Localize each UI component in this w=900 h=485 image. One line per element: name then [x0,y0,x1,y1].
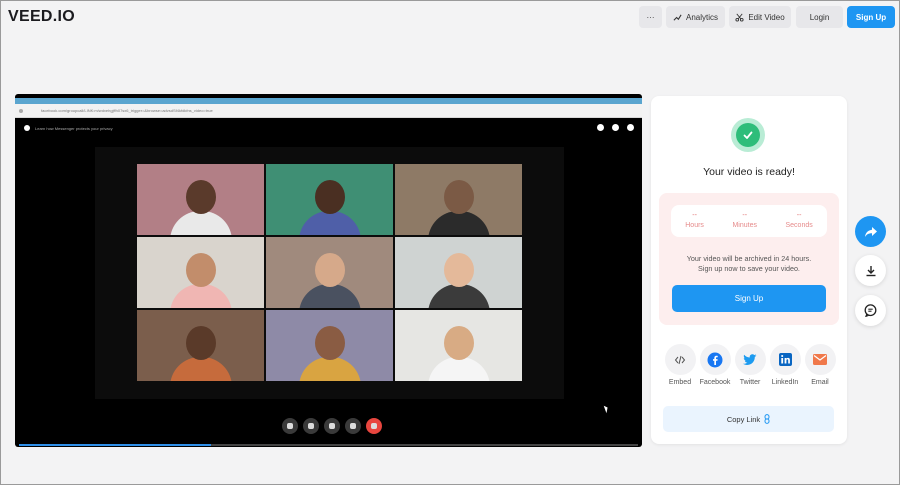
video-ready-title: Your video is ready! [703,166,795,178]
participant-face [443,325,474,360]
check-icon [743,131,753,139]
more-options-button[interactable]: ··· [639,6,662,28]
scissors-icon [735,13,744,22]
share-arrow-icon [864,226,877,237]
archive-countdown: -- Hours -- Minutes -- Seconds [671,205,827,237]
participant-face [314,325,345,360]
veed-logo[interactable]: VEED.IO [8,8,75,26]
login-label: Login [809,12,830,22]
signup-top-label: Sign Up [855,12,887,22]
mouse-cursor-icon [603,404,610,414]
video-player[interactable]: facebook.com/groupcall/LINK:m/wdxehgjffh… [15,94,642,447]
login-button[interactable]: Login [796,6,843,28]
countdown-hours: -- Hours [685,212,704,229]
participant-face [185,179,216,214]
more-label: ··· [646,12,655,22]
recorded-url: facebook.com/groupcall/LINK:m/wdxehgjffh… [41,108,213,113]
edit-video-label: Edit Video [748,12,785,22]
analytics-button[interactable]: Analytics [666,6,725,28]
participant-body [298,284,361,308]
copy-link-button[interactable]: Copy Link [663,406,834,432]
camera-off-icon [324,418,340,434]
share-email[interactable]: Email [803,344,837,386]
participant-tile [266,164,393,235]
share-fab-button[interactable] [855,216,886,247]
microphone-icon [345,418,361,434]
add-person-icon [597,124,604,131]
participant-body [169,211,232,235]
share-linkedin[interactable]: LinkedIn [768,344,802,386]
share-screen-icon [282,418,298,434]
call-controls [282,418,382,434]
participant-tile [266,237,393,308]
settings-icon [627,124,634,131]
participant-face [314,179,345,214]
download-icon [866,265,875,276]
lock-icon [19,109,23,113]
linkedin-icon [778,353,792,366]
download-fab-button[interactable] [855,255,886,286]
participant-tile [137,310,264,381]
participant-body [427,357,490,381]
share-twitter[interactable]: Twitter [733,344,767,386]
embed-icon [674,355,686,364]
signup-top-button[interactable]: Sign Up [847,6,895,28]
comments-fab-button[interactable] [855,295,886,326]
share-facebook[interactable]: Facebook [698,344,732,386]
participant-body [169,284,232,308]
analytics-icon [673,14,682,21]
participant-body [298,357,361,381]
facebook-icon [707,352,723,367]
participant-tile [137,164,264,235]
recorded-address-bar: facebook.com/groupcall/LINK:m/wdxehgjffh… [15,104,642,118]
countdown-seconds: -- Seconds [785,212,813,229]
video-progress-fill [19,444,211,446]
participant-tile [137,237,264,308]
participant-body [298,211,361,235]
video-progress-bar[interactable] [19,444,638,446]
twitter-icon [743,353,757,365]
participant-face [443,252,474,287]
participant-body [427,211,490,235]
archive-notice: -- Hours -- Minutes -- Seconds Your vide… [659,193,839,325]
participant-face [314,252,345,287]
participant-face [185,325,216,360]
participant-tile [395,164,522,235]
share-options: Embed Facebook Twitter LinkedIn Email [663,344,837,386]
participant-grid [137,164,522,381]
share-embed[interactable]: Embed [663,344,697,386]
participant-body [169,357,232,381]
archive-message: Your video will be archived in 24 hours.… [686,254,812,273]
people-icon [303,418,319,434]
success-badge [731,118,765,152]
comment-icon [864,304,877,317]
participant-tile [395,237,522,308]
privacy-text: Learn how Messenger protects your privac… [35,126,113,131]
shield-icon [24,125,30,131]
signup-save-button[interactable]: Sign Up [672,285,826,312]
copy-link-label: Copy Link [726,414,761,424]
link-icon [764,414,770,424]
participant-tile [395,310,522,381]
participant-face [443,179,474,214]
share-panel: Your video is ready! -- Hours -- Minutes… [651,96,847,444]
recorded-call-top-controls [597,124,634,131]
email-icon [813,354,827,365]
participant-tile [266,310,393,381]
participant-face [185,252,216,287]
end-call-icon [366,418,382,434]
countdown-minutes: -- Minutes [732,212,757,229]
analytics-label: Analytics [685,12,718,22]
effects-icon [612,124,619,131]
edit-video-button[interactable]: Edit Video [729,6,791,28]
participant-body [427,284,490,308]
